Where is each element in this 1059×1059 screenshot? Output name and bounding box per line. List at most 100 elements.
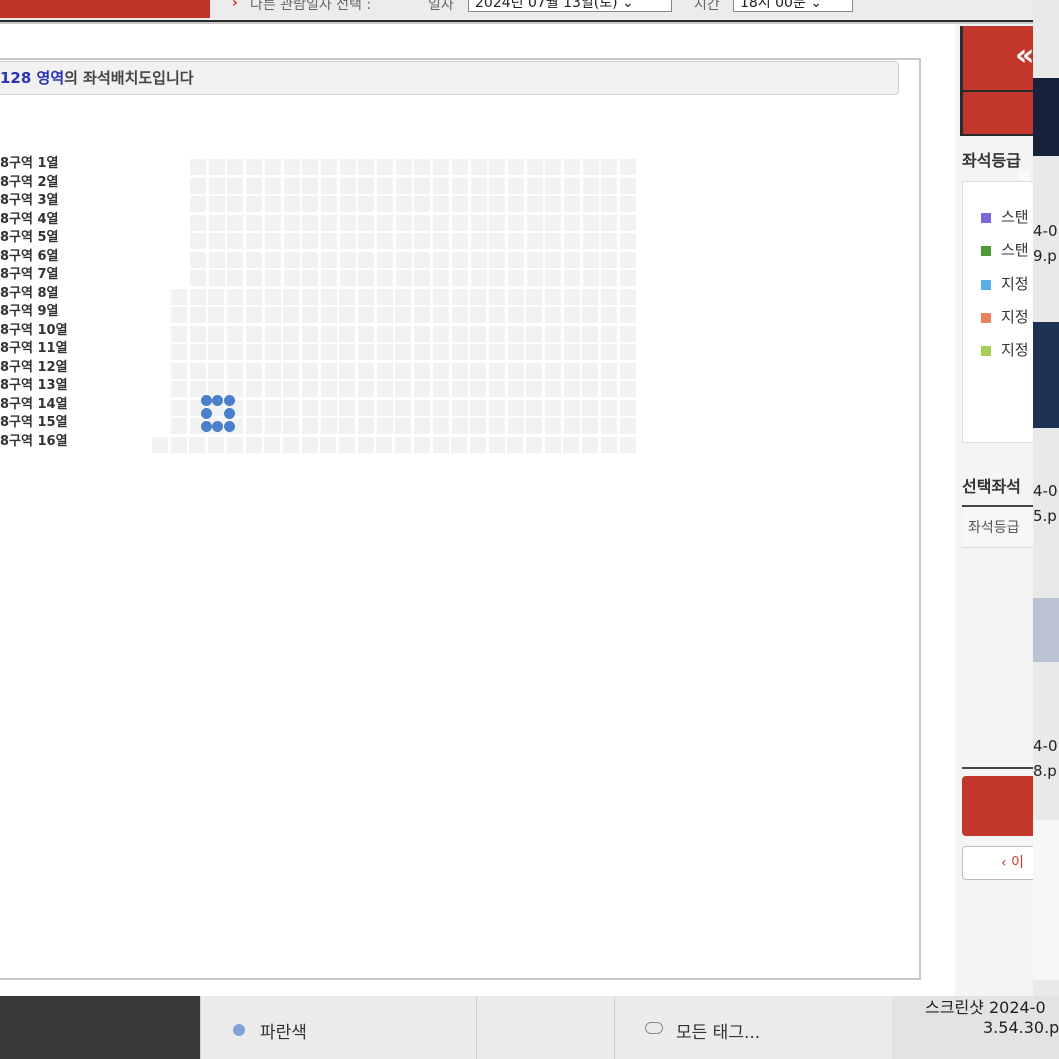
seat[interactable] [171,381,187,397]
seat[interactable] [227,344,244,360]
seat[interactable] [526,196,543,212]
seat[interactable] [320,251,337,268]
seat[interactable] [619,288,636,305]
seat[interactable] [395,362,412,379]
seat[interactable] [171,344,187,360]
seat[interactable] [582,362,599,379]
seat[interactable] [413,436,430,453]
seat[interactable] [470,418,487,434]
time-select[interactable]: 18시 00분 ⌄ [733,0,853,12]
seat[interactable] [601,325,618,342]
seat[interactable] [171,325,187,342]
seat[interactable] [339,307,356,323]
grade-item-3[interactable]: 지정 [981,306,1029,327]
seat[interactable] [208,436,225,453]
seat[interactable] [395,418,412,434]
seat[interactable] [432,344,449,360]
seat[interactable] [451,399,468,416]
seat[interactable] [488,399,505,416]
seat[interactable] [301,307,318,323]
seat[interactable] [283,159,300,175]
seat[interactable] [227,270,244,286]
seat[interactable] [283,288,300,305]
seat[interactable] [601,270,618,286]
available-seat[interactable] [224,421,235,432]
seat[interactable] [414,307,431,323]
seat[interactable] [470,288,487,305]
seat[interactable] [582,214,599,231]
seat[interactable] [283,251,300,268]
seat[interactable] [582,325,599,342]
seat[interactable] [282,436,299,453]
available-seat[interactable] [224,408,235,419]
seat[interactable] [283,381,300,397]
seat[interactable] [564,177,580,194]
available-seat[interactable] [224,395,235,406]
seat[interactable] [544,436,561,453]
seat[interactable] [264,288,281,305]
seat[interactable] [451,381,468,397]
seat[interactable] [339,418,356,434]
seat[interactable] [601,177,618,194]
seat[interactable] [358,214,375,231]
seat[interactable] [283,307,300,323]
seat[interactable] [376,399,393,416]
grade-item-1[interactable]: 스탠 [981,239,1029,260]
seat[interactable] [246,251,263,268]
seat[interactable] [545,344,561,360]
seat[interactable] [545,288,561,305]
seat[interactable] [582,399,599,416]
seat[interactable] [301,288,318,305]
seat[interactable] [227,159,244,175]
seat[interactable] [526,177,543,194]
seat[interactable] [488,344,505,360]
seat[interactable] [545,270,562,286]
seat[interactable] [563,307,580,323]
seat[interactable] [563,362,580,379]
seat[interactable] [358,381,374,397]
seat[interactable] [302,233,319,249]
seat[interactable] [264,381,281,397]
seat[interactable] [190,233,206,249]
seat[interactable] [320,399,337,416]
seat[interactable] [227,325,244,342]
seat[interactable] [395,270,412,286]
seat[interactable] [488,381,505,397]
seat[interactable] [489,251,506,268]
seat[interactable] [451,159,468,175]
seat[interactable] [451,177,468,194]
seat[interactable] [246,214,263,231]
seat[interactable] [320,288,337,305]
seat[interactable] [208,288,225,305]
seat[interactable] [451,214,468,231]
seat[interactable] [301,436,318,453]
seat[interactable] [582,270,599,286]
grade-item-4[interactable]: 지정 [981,339,1029,360]
seat[interactable] [395,399,412,416]
seat[interactable] [170,436,187,453]
seat[interactable] [507,196,524,212]
seat[interactable] [189,307,206,323]
seat[interactable] [432,362,449,379]
seat[interactable] [451,233,468,249]
seat[interactable] [208,325,225,342]
seat[interactable] [264,307,281,323]
seat[interactable] [414,251,431,268]
seat[interactable] [620,159,637,175]
seat[interactable] [395,177,412,194]
file-thumbnail[interactable] [1033,598,1059,662]
seat[interactable] [358,196,375,212]
seat[interactable] [245,381,262,397]
seat[interactable] [620,214,637,231]
seat[interactable] [582,307,599,323]
seat[interactable] [208,233,225,249]
seat[interactable] [601,288,618,305]
seat[interactable] [283,325,300,342]
seat[interactable] [507,399,524,416]
seat[interactable] [190,270,206,286]
seat[interactable] [601,418,618,434]
seat[interactable] [451,251,468,268]
seat[interactable] [451,325,468,342]
seat[interactable] [433,251,450,268]
seat[interactable] [545,399,561,416]
